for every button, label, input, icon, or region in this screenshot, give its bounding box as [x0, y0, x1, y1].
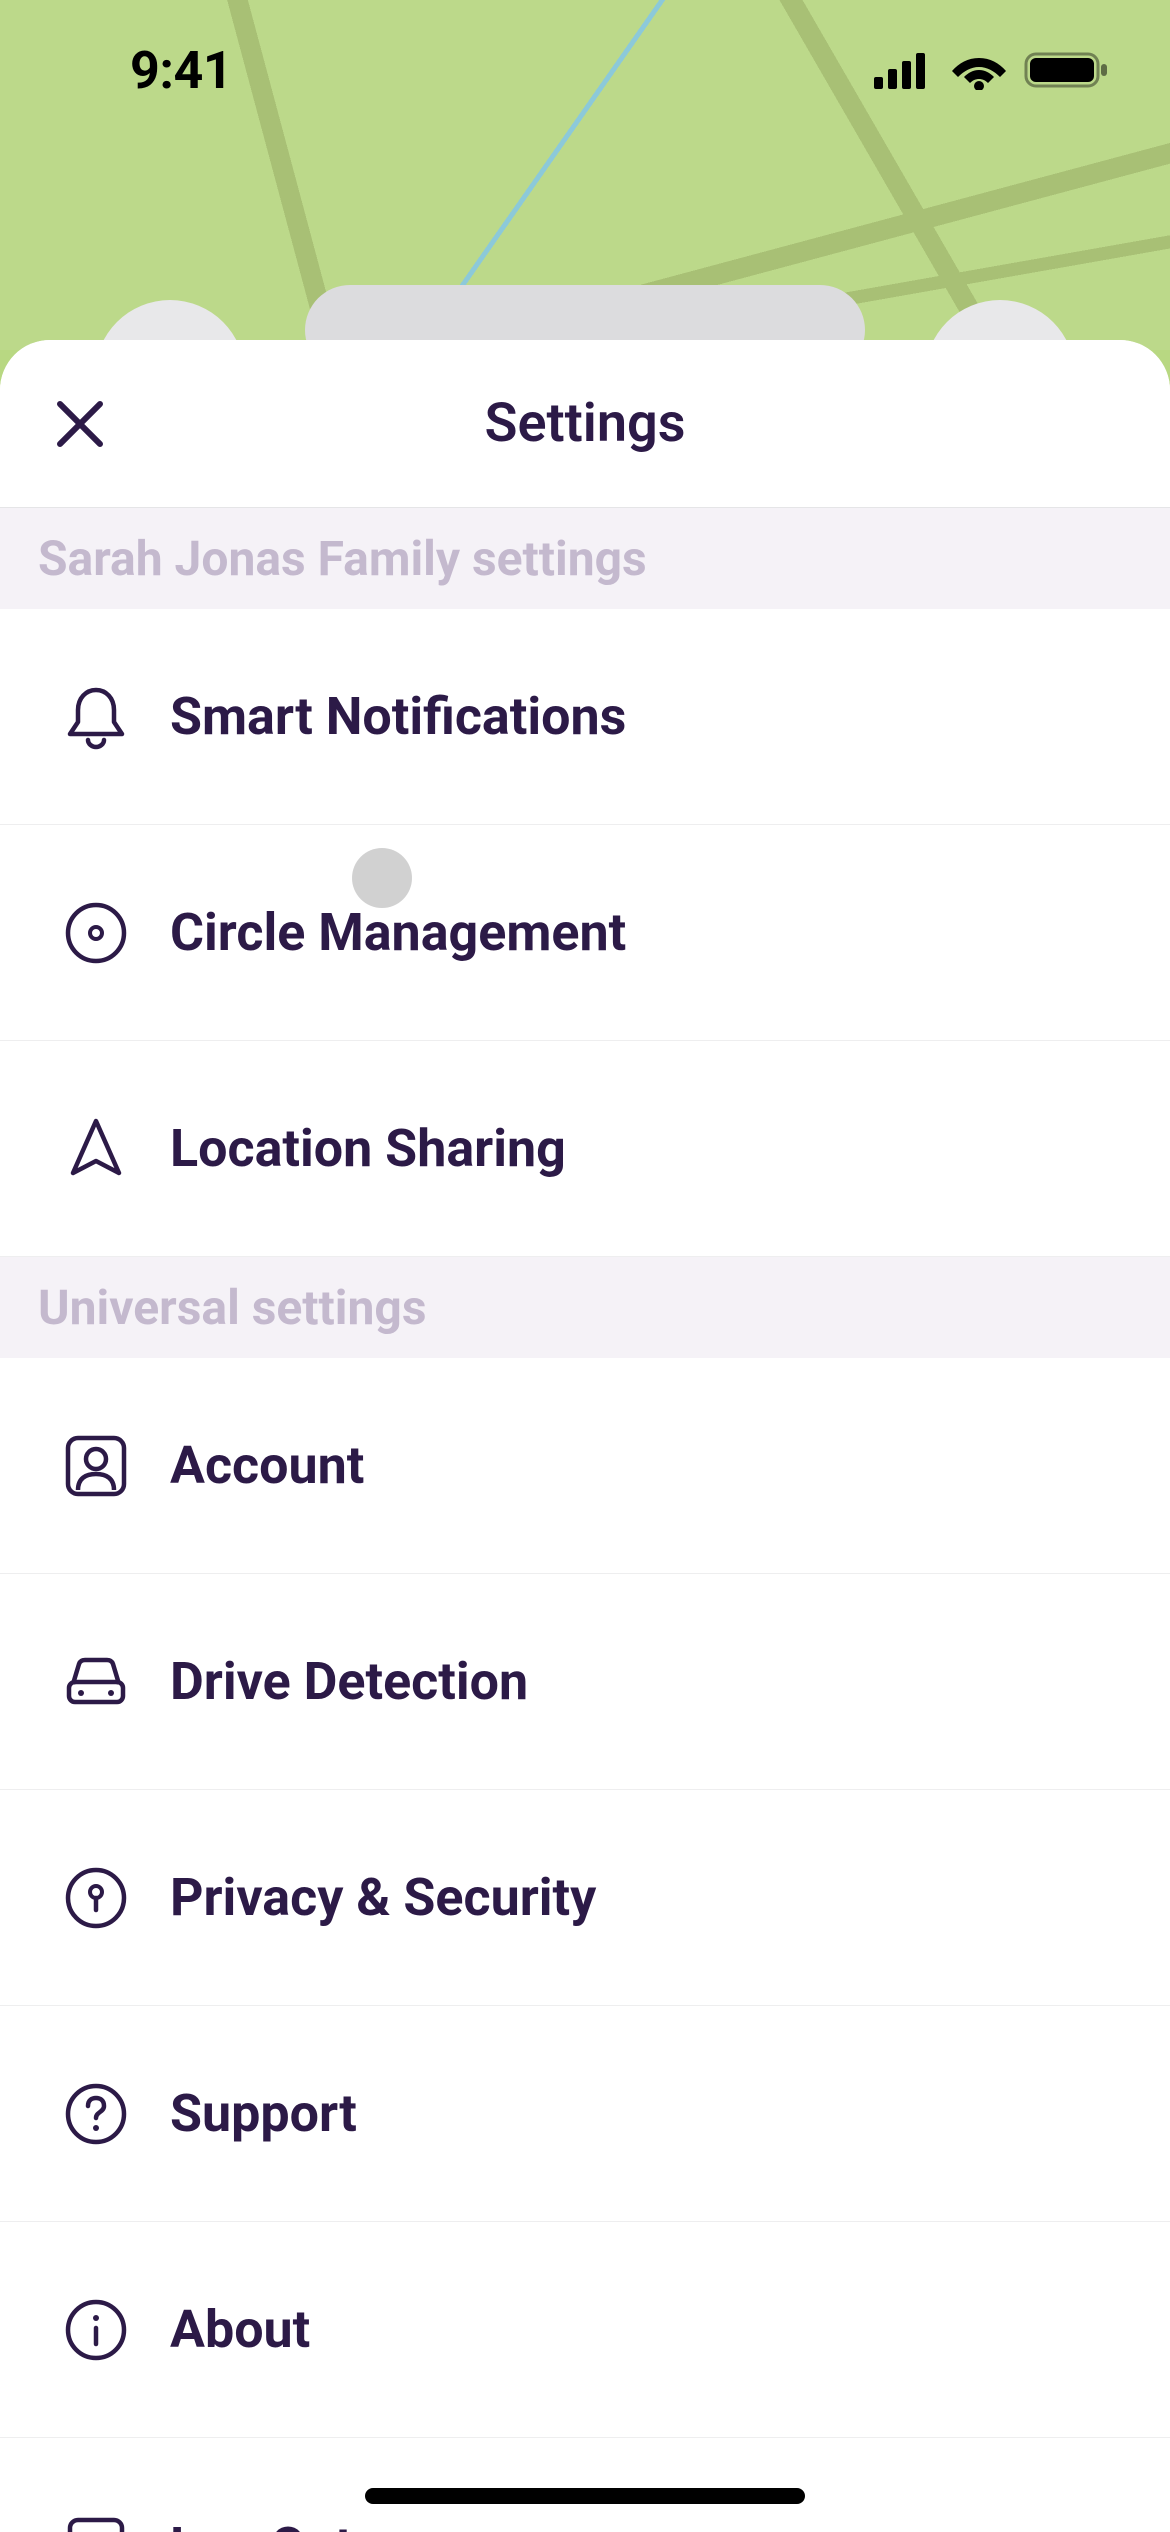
row-privacy-security[interactable]: Privacy & Security: [0, 1790, 1170, 2006]
row-support[interactable]: Support: [0, 2006, 1170, 2222]
row-account[interactable]: Account: [0, 1358, 1170, 1574]
wifi-icon: [952, 50, 1006, 90]
close-button[interactable]: [50, 394, 110, 454]
row-circle-management[interactable]: Circle Management: [0, 825, 1170, 1041]
help-icon: [62, 2080, 130, 2148]
row-label: Log Out: [170, 2516, 353, 2532]
touch-indicator: [352, 848, 412, 908]
status-icons: [874, 50, 1110, 90]
circle-icon: [62, 899, 130, 967]
battery-icon: [1024, 50, 1110, 90]
row-smart-notifications[interactable]: Smart Notifications: [0, 609, 1170, 825]
row-label: Privacy & Security: [170, 1867, 596, 1928]
close-icon: [55, 399, 105, 449]
home-indicator[interactable]: [365, 2488, 805, 2504]
cellular-icon: [874, 51, 934, 89]
row-label: Circle Management: [170, 902, 626, 963]
status-bar: 9:41: [0, 0, 1170, 140]
row-label: Location Sharing: [170, 1118, 566, 1179]
person-icon: [62, 1432, 130, 1500]
page-title: Settings: [0, 392, 1170, 455]
lock-icon: [62, 1864, 130, 1932]
section-header-universal: Universal settings: [0, 1257, 1170, 1358]
bell-icon: [62, 683, 130, 751]
row-logout[interactable]: Log Out: [0, 2438, 1170, 2532]
section-header-family: Sarah Jonas Family settings: [0, 508, 1170, 609]
row-label: Drive Detection: [170, 1651, 528, 1712]
car-icon: [62, 1648, 130, 1716]
row-label: Account: [170, 1435, 364, 1496]
row-location-sharing[interactable]: Location Sharing: [0, 1041, 1170, 1257]
row-about[interactable]: About: [0, 2222, 1170, 2438]
row-label: About: [170, 2299, 310, 2360]
info-icon: [62, 2296, 130, 2364]
status-time: 9:41: [130, 40, 232, 101]
row-label: Smart Notifications: [170, 686, 626, 747]
logout-icon: [62, 2512, 130, 2532]
row-label: Support: [170, 2083, 357, 2144]
settings-sheet: Settings Sarah Jonas Family settings Sma…: [0, 340, 1170, 2532]
navigation-icon: [62, 1115, 130, 1183]
sheet-header: Settings: [0, 340, 1170, 508]
row-drive-detection[interactable]: Drive Detection: [0, 1574, 1170, 1790]
